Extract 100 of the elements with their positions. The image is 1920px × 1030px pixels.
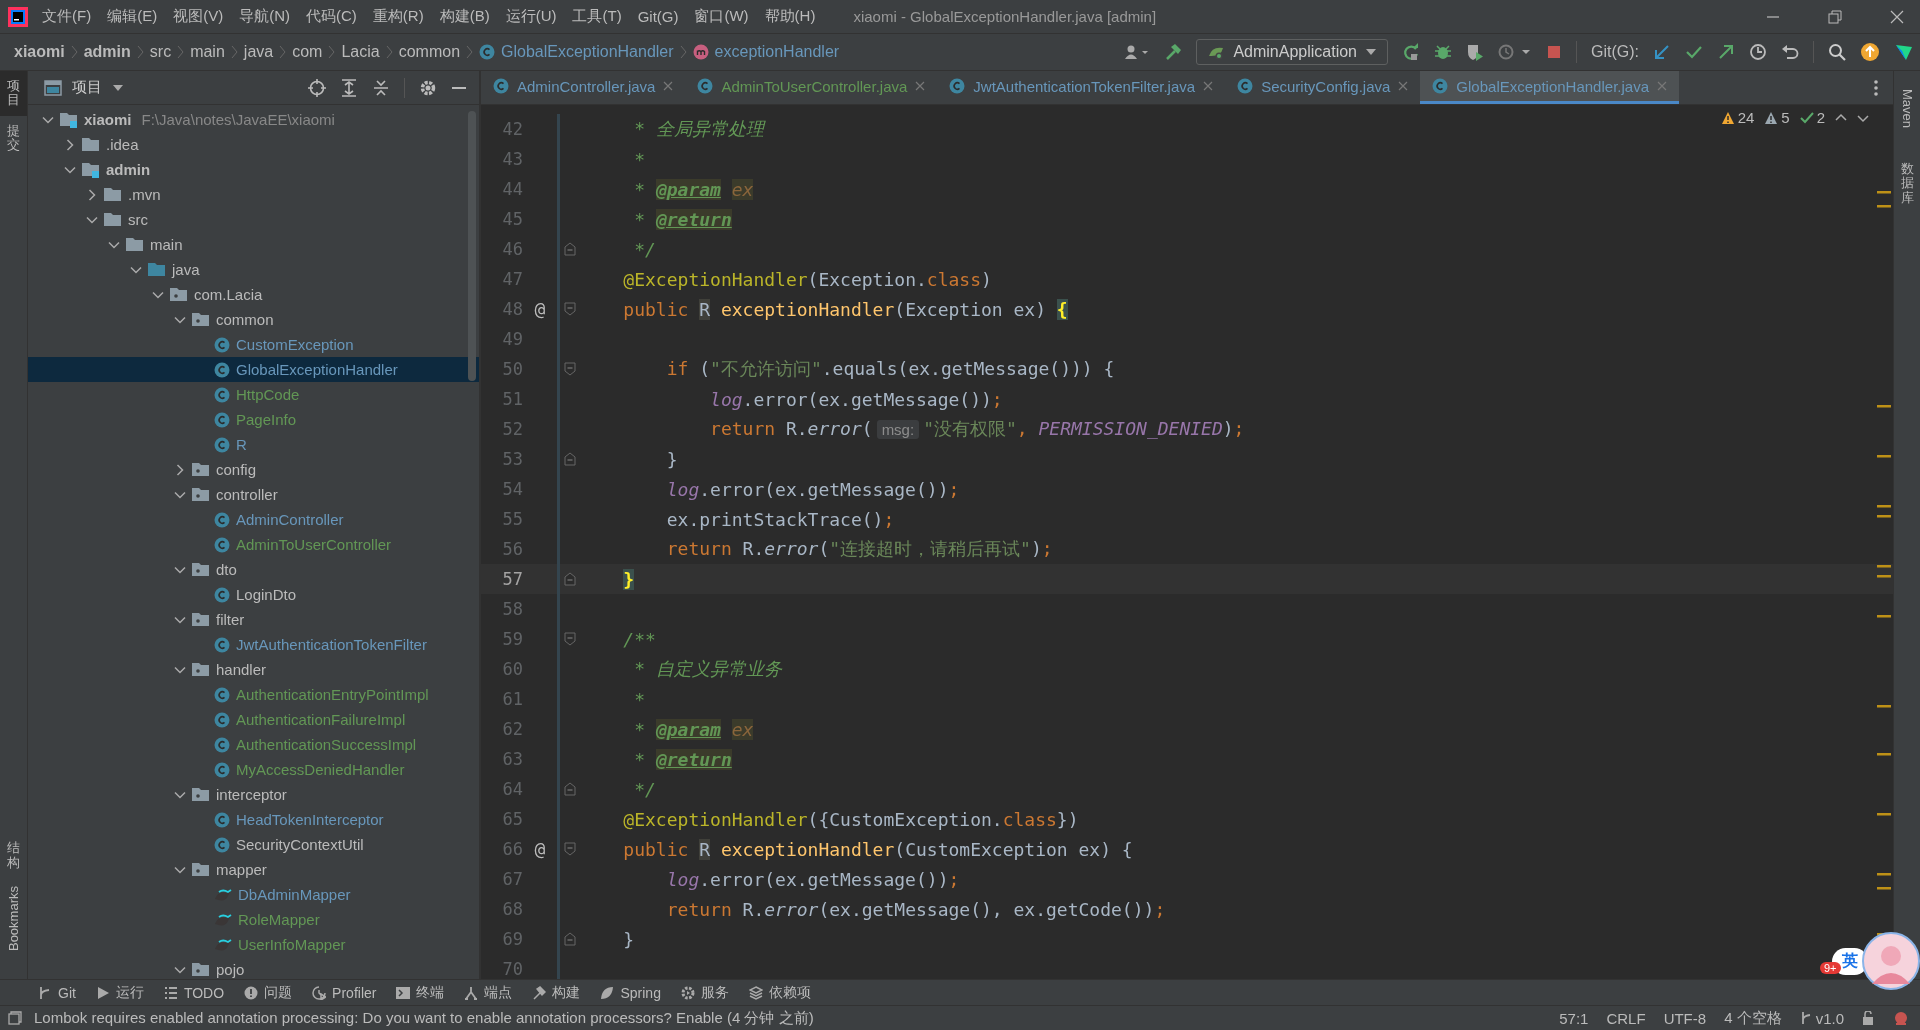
restore-icon[interactable] (1828, 9, 1842, 24)
scrollbar[interactable] (468, 111, 476, 381)
menu-item[interactable]: 代码(C) (306, 7, 367, 26)
tool-window-button[interactable]: 端点 (464, 983, 513, 1002)
lock-icon[interactable] (1862, 1011, 1874, 1025)
close-icon[interactable] (663, 81, 674, 91)
history-icon[interactable] (1749, 43, 1767, 61)
tool-window-button[interactable]: 数据库 (1894, 154, 1920, 213)
menu-item[interactable]: 构建(B) (439, 7, 500, 26)
tool-window-button[interactable]: TODO (163, 984, 225, 1001)
editor-tab[interactable]: AdminToUserController.java (685, 71, 938, 104)
gutter-marker[interactable]: @ (534, 298, 546, 319)
tool-window-button[interactable]: 依赖项 (748, 983, 811, 1002)
tree-item[interactable]: CustomException (28, 332, 479, 357)
avatar[interactable] (1862, 932, 1920, 990)
inspection-count[interactable]: 5 (1764, 109, 1790, 126)
fold-icon[interactable] (564, 842, 576, 856)
breadcrumb[interactable]: GlobalExceptionHandler (479, 43, 674, 61)
tree-item[interactable]: mapper (28, 857, 479, 882)
menu-item[interactable]: Git(G) (637, 8, 689, 25)
breadcrumb[interactable]: main (190, 43, 225, 61)
tree-item[interactable]: .idea (28, 132, 479, 157)
tool-window-button[interactable]: Maven (1894, 81, 1920, 137)
update-project-icon[interactable] (1653, 43, 1671, 61)
chevron-right-icon[interactable] (86, 188, 98, 201)
panel-title[interactable]: 项目 (72, 78, 102, 97)
breadcrumb[interactable]: java (243, 43, 274, 61)
tree-item[interactable]: filter (28, 607, 479, 632)
plugin-logo-icon[interactable] (1894, 42, 1914, 62)
user-icon[interactable] (1124, 44, 1151, 60)
tree-item[interactable]: SecurityContextUtil (28, 832, 479, 857)
tree-item[interactable]: admin (28, 157, 479, 182)
caret-icon[interactable] (112, 83, 124, 92)
tree-item[interactable]: interceptor (28, 782, 479, 807)
tree-item[interactable]: config (28, 457, 479, 482)
tool-window-button[interactable]: 构建 (532, 983, 581, 1002)
expand-all-icon[interactable] (340, 78, 358, 97)
editor-tab[interactable]: JwtAuthenticationTokenFilter.java (937, 71, 1226, 104)
tree-item[interactable]: UserInfoMapper (28, 932, 479, 957)
tool-window-button[interactable]: Bookmarks (0, 877, 27, 959)
update-icon[interactable] (1860, 42, 1880, 62)
tree-item[interactable]: MyAccessDeniedHandler (28, 757, 479, 782)
push-arrow-icon[interactable] (1717, 43, 1735, 61)
inspection-count[interactable]: 2 (1799, 109, 1825, 126)
tree-item[interactable]: GlobalExceptionHandler (28, 357, 479, 382)
tool-window-button[interactable]: 结构 (0, 833, 27, 878)
tree-item[interactable]: src (28, 207, 479, 232)
hammer-icon[interactable] (1164, 43, 1183, 61)
breadcrumb[interactable]: exceptionHandler (692, 43, 840, 61)
fold-icon[interactable] (564, 632, 576, 646)
gutter-marker[interactable]: @ (534, 838, 546, 859)
tool-window-button[interactable]: Spring (600, 984, 661, 1001)
fold-icon[interactable] (564, 302, 576, 316)
git-branch-widget[interactable]: v1.0 (1799, 1009, 1844, 1027)
rollback-icon[interactable] (1781, 43, 1799, 61)
close-icon[interactable] (1203, 81, 1214, 91)
breadcrumb[interactable]: xiaomi (14, 43, 65, 61)
chevron-right-icon[interactable] (64, 138, 76, 151)
tree-item[interactable]: java (28, 257, 479, 282)
editor-tab[interactable]: AdminController.java (481, 71, 686, 104)
status-item[interactable]: UTF-8 (1663, 1009, 1707, 1027)
tool-window-button[interactable]: 服务 (680, 983, 729, 1002)
menu-item[interactable]: 文件(F) (42, 7, 102, 26)
tool-window-button[interactable]: Git (38, 984, 76, 1001)
bug-icon[interactable] (1434, 43, 1452, 61)
breadcrumb[interactable]: src (149, 43, 172, 61)
tree-item[interactable]: LoginDto (28, 582, 479, 607)
breadcrumb[interactable]: admin (83, 43, 131, 61)
run-configuration-dropdown[interactable]: AdminApplication (1196, 39, 1388, 65)
tree-item[interactable]: HeadTokenInterceptor (28, 807, 479, 832)
menu-item[interactable]: 工具(T) (572, 7, 632, 26)
error-indicator-icon[interactable] (1892, 1010, 1910, 1026)
chevron-right-icon[interactable] (174, 463, 186, 476)
menu-item[interactable]: 视图(V) (173, 7, 234, 26)
collapse-all-icon[interactable] (372, 78, 390, 97)
close-icon[interactable] (915, 81, 926, 91)
coverage-icon[interactable] (1466, 43, 1484, 61)
profiler-icon[interactable] (1498, 43, 1532, 61)
tree-item[interactable]: DbAdminMapper (28, 882, 479, 907)
tree-item[interactable]: xiaomi F:\Java\notes\JavaEE\xiaomi (28, 107, 479, 132)
stop-icon[interactable] (1546, 44, 1562, 60)
tool-window-button[interactable]: 项目 (0, 71, 27, 116)
menu-item[interactable]: 编辑(E) (107, 7, 168, 26)
tree-item[interactable]: PageInfo (28, 407, 479, 432)
tree-item[interactable]: HttpCode (28, 382, 479, 407)
tree-item[interactable]: R (28, 432, 479, 457)
tree-item[interactable]: RoleMapper (28, 907, 479, 932)
fold-icon[interactable] (564, 362, 576, 376)
status-message[interactable]: Lombok requires enabled annotation processing: Do you want to enable annotation processors? Enable (4 分钟 之前) (34, 1008, 814, 1028)
menu-item[interactable]: 重构(R) (372, 7, 434, 26)
menu-item[interactable]: 导航(N) (239, 7, 300, 26)
breadcrumb[interactable]: common (398, 43, 461, 61)
tree-item[interactable]: controller (28, 482, 479, 507)
status-item[interactable]: 57:1 (1559, 1009, 1589, 1027)
tree-item[interactable]: AuthenticationFailureImpl (28, 707, 479, 732)
tool-window-button[interactable]: 问题 (244, 983, 293, 1002)
tool-window-button[interactable]: 终端 (396, 983, 445, 1002)
tree-item[interactable]: pojo (28, 957, 479, 979)
breadcrumb[interactable]: Lacia (341, 43, 380, 61)
menu-item[interactable]: 运行(U) (505, 7, 567, 26)
